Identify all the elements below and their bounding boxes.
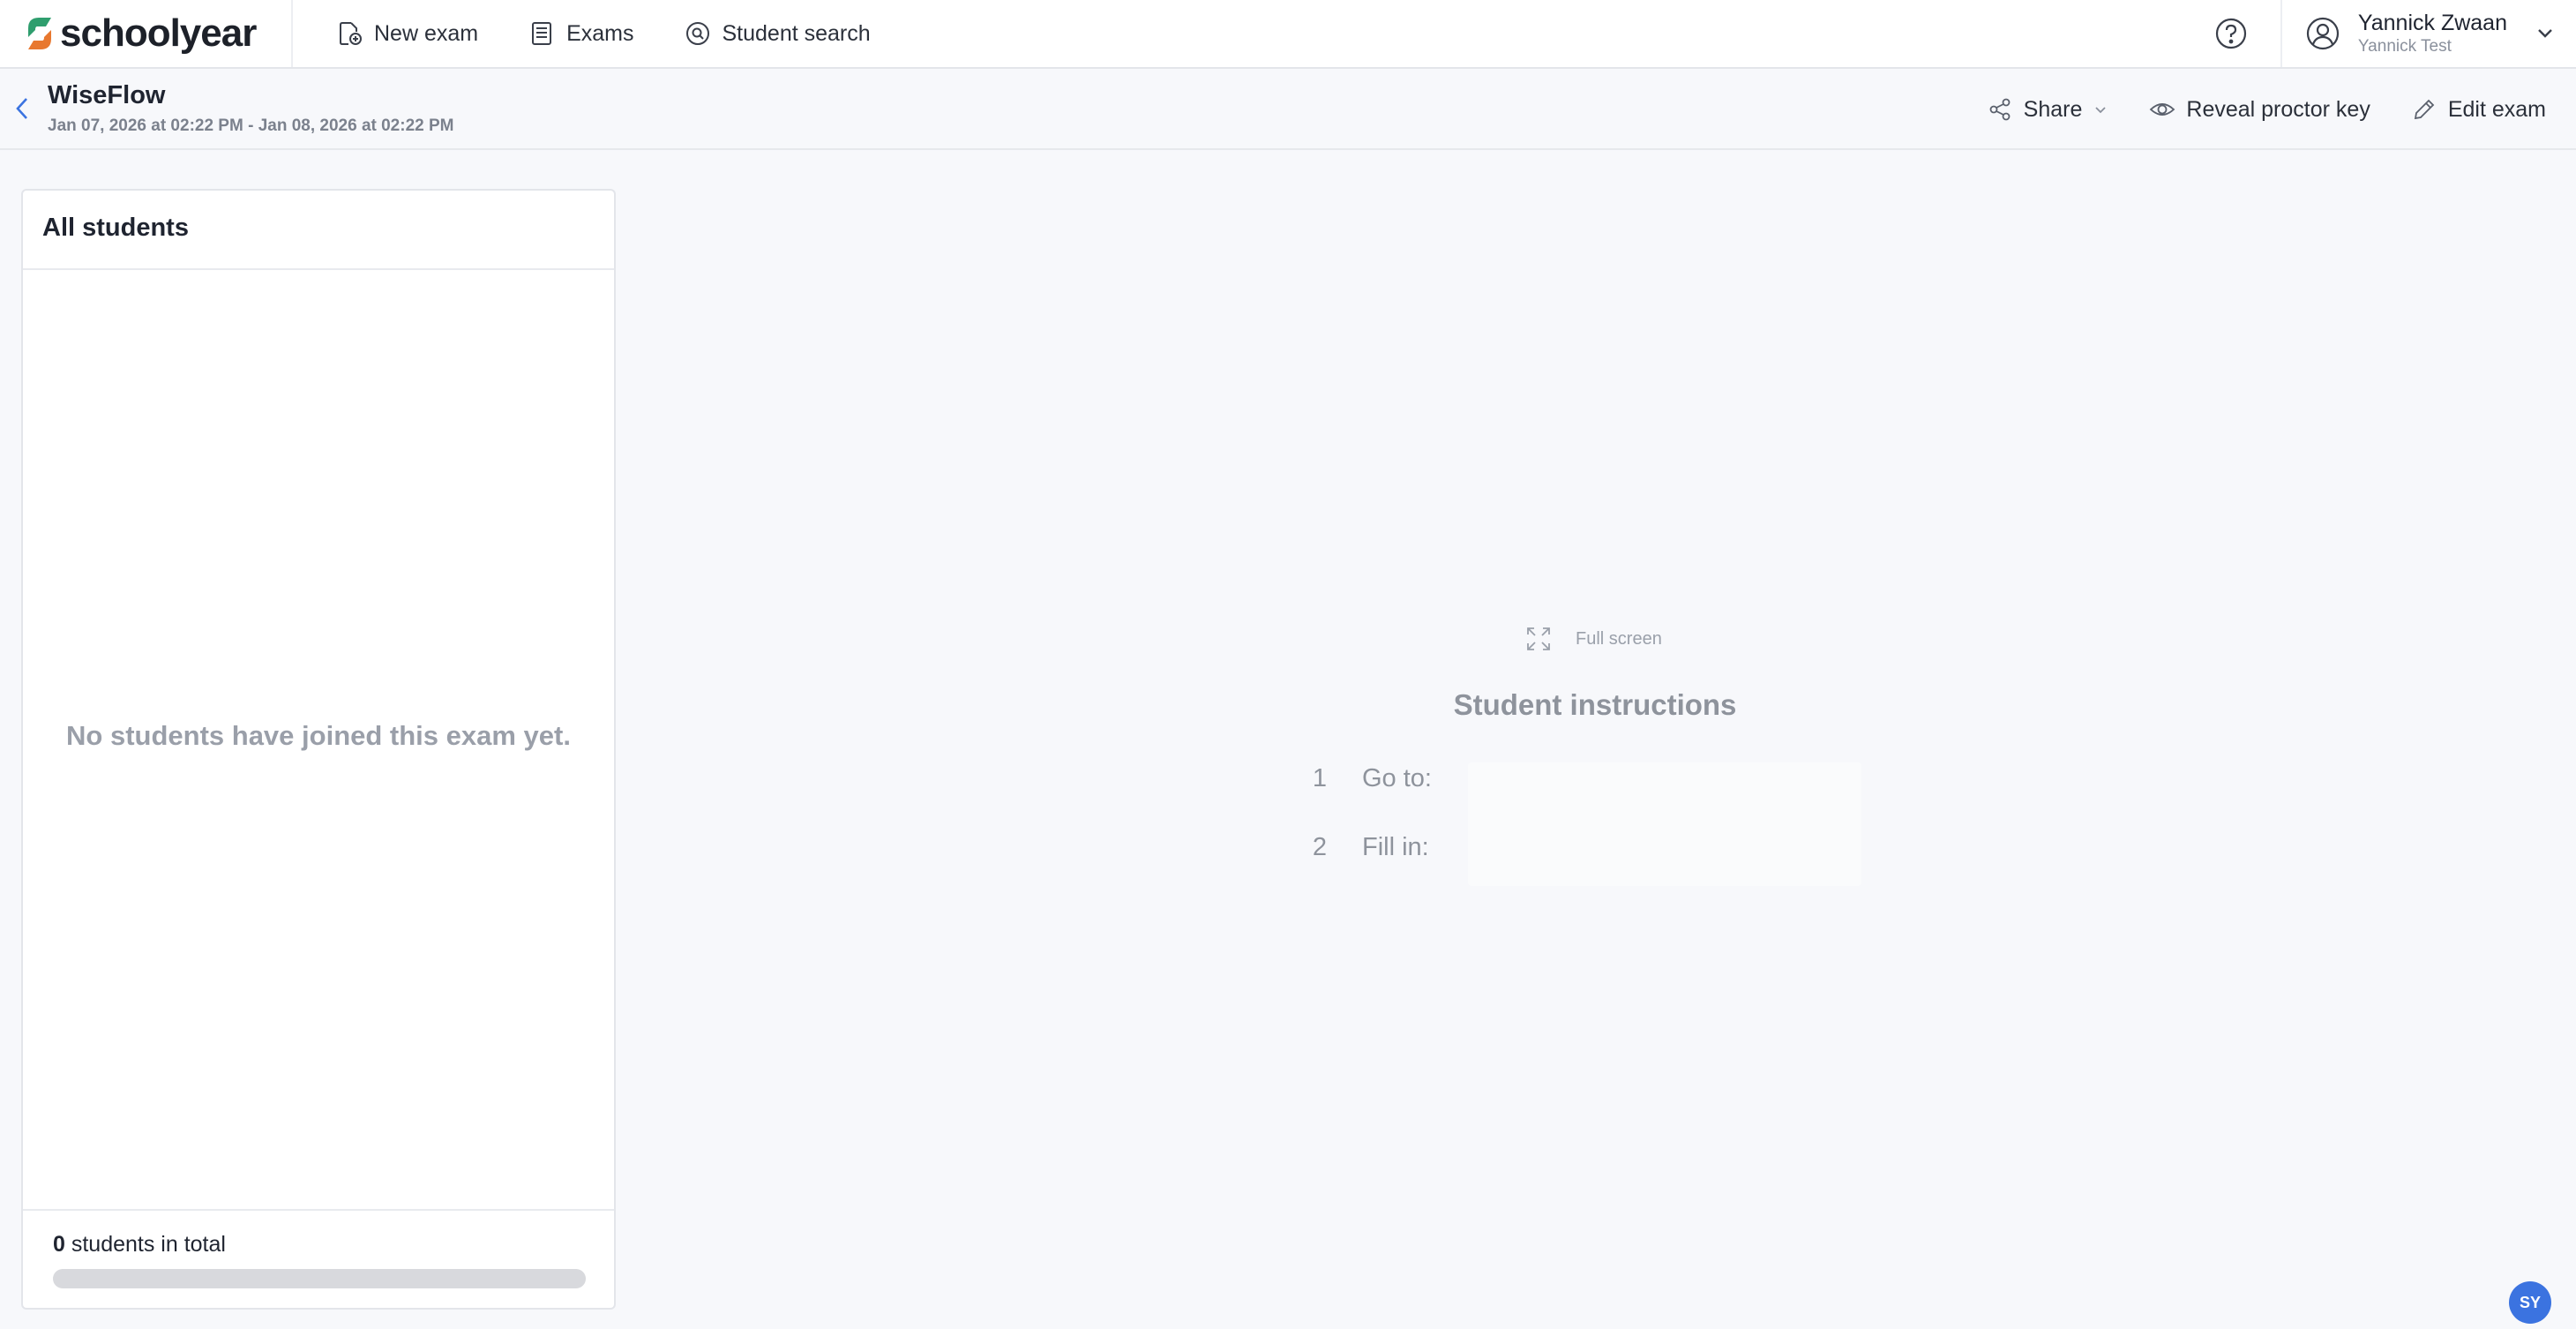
full-screen-button[interactable]: Full screen [1524,625,1662,653]
chevron-down-icon [2538,29,2552,38]
share-button[interactable]: Share [1987,96,2109,123]
user-info: Yannick Zwaan Yannick Test [2358,10,2507,57]
reveal-proctor-key-button[interactable]: Reveal proctor key [2149,96,2370,123]
edit-exam-button[interactable]: Edit exam [2411,96,2546,123]
step-number: 2 [1312,833,1327,861]
nav-student-search[interactable]: Student search [684,19,871,48]
reveal-proctor-key-label: Reveal proctor key [2186,96,2370,122]
instruction-values-box [1468,762,1861,886]
empty-students-message: No students have joined this exam yet. [66,720,571,751]
new-exam-icon [340,22,362,45]
main-nav: New exam Exams Student search [293,0,920,67]
students-total-suffix: students in total [64,1232,226,1257]
help-icon[interactable] [2213,16,2249,51]
instruction-step: 1 Go to: [1292,764,1432,793]
pencil-icon [2414,99,2435,120]
exam-dates: Jan 07, 2026 at 02:22 PM - Jan 08, 2026 … [48,116,454,135]
edit-exam-label: Edit exam [2447,96,2546,122]
chevron-down-icon [2095,107,2107,114]
panel-title: All students [42,214,189,242]
instruction-step: 2 Fill in: [1292,833,1429,862]
eye-icon [2150,103,2175,116]
all-students-panel: All students No students have joined thi… [21,189,616,1310]
user-name: Yannick Zwaan [2357,11,2507,35]
nav-new-exam-label: New exam [374,20,479,46]
nav-new-exam[interactable]: New exam [335,19,478,48]
student-search-icon [685,22,709,45]
exam-actions: Share Reveal proctor key Edit exam [1946,90,2546,129]
schoolyear-logo[interactable]: schoolyear [0,0,293,67]
full-screen-label: Full screen [1576,628,1662,649]
top-right-controls: Yannick Zwaan Yannick Test [2213,0,2576,67]
students-total: 0 students in total [53,1232,226,1258]
step-label: Fill in: [1362,833,1429,861]
student-instructions-title: Student instructions [1453,688,1737,721]
step-label: Go to: [1362,764,1432,792]
share-icon [1989,98,2011,121]
logo-text: schoolyear [60,11,257,55]
panel-divider [23,268,614,270]
back-arrow-icon[interactable] [9,94,35,124]
students-progress-bar [53,1269,586,1288]
students-total-count: 0 [53,1232,65,1257]
nav-student-search-label: Student search [722,20,871,46]
top-navigation-bar: schoolyear New exam Exams Student search… [0,0,2576,69]
user-menu[interactable]: Yannick Zwaan Yannick Test [2280,0,2576,67]
schoolyear-logo-mark-icon [28,18,51,49]
expand-icon [1527,627,1550,650]
user-avatar-icon [2306,17,2340,50]
user-organization: Yannick Test [2357,37,2452,56]
step-number: 1 [1312,764,1327,792]
exam-header: WiseFlow Jan 07, 2026 at 02:22 PM - Jan … [0,69,2576,150]
nav-exams[interactable]: Exams [528,19,634,48]
exams-list-icon [532,22,552,45]
panel-divider [23,1209,614,1211]
nav-exams-label: Exams [566,20,634,46]
share-label: Share [2023,96,2083,122]
exam-title: WiseFlow [48,81,166,109]
support-chat-button[interactable]: SY [2509,1281,2551,1324]
